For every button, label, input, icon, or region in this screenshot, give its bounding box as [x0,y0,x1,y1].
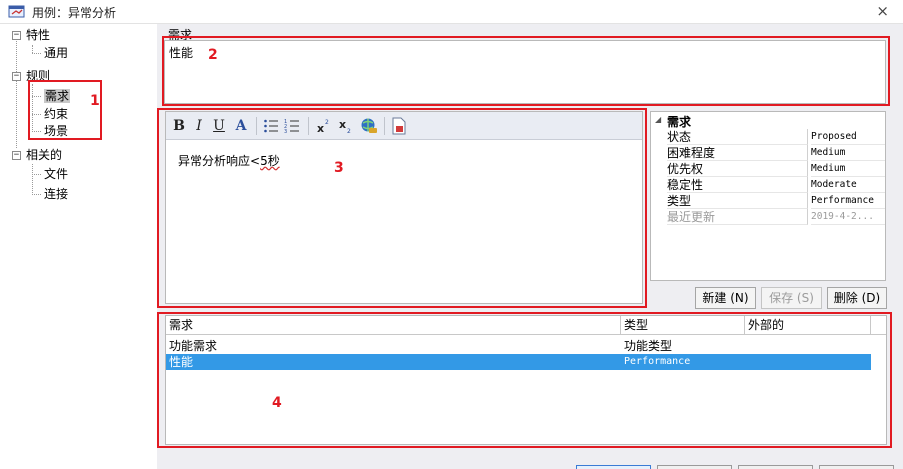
tree-item-files[interactable]: 文件 [44,166,68,183]
property-value[interactable]: Medium [811,145,885,161]
tree-item-links[interactable]: 连接 [44,186,68,203]
property-row[interactable]: 稳定性 Moderate [651,177,885,193]
new-button[interactable]: 新建 (N) [695,287,756,309]
save-button: 保存 (S) [761,287,822,309]
collapse-triangle-icon[interactable]: ◢ [655,115,661,124]
annotation-number: 1 [90,93,100,109]
tree-item-general[interactable]: 通用 [44,45,68,62]
property-row: 最近更新 2019-4-2... [651,209,885,225]
property-key: 稳定性 [667,177,808,193]
tree-item-related[interactable]: 相关的 [26,147,62,164]
property-key: 类型 [667,193,808,209]
dialog-button-partial[interactable] [657,465,732,469]
tree-item-label: 文件 [44,167,69,181]
property-value[interactable]: Medium [811,161,885,177]
property-value[interactable]: Moderate [811,177,885,193]
annotation-number: 3 [334,160,344,176]
delete-button[interactable]: 删除 (D) [827,287,887,309]
tree-item-label: 连接 [44,187,69,201]
property-value: 2019-4-2... [811,209,885,225]
property-key: 优先权 [667,161,808,177]
annotation-box-2 [162,36,890,106]
tree-item-label: 通用 [44,46,69,60]
title-bar: 用例：异常分析 × [0,0,903,24]
tree-item-label: 特性 [26,28,51,42]
annotation-box-4 [157,312,892,448]
app-icon [8,5,25,18]
collapse-icon[interactable]: − [12,72,21,81]
annotation-box-1 [28,80,102,140]
property-group-header[interactable]: ◢ 需求 [651,112,885,129]
tree-item-characteristics[interactable]: 特性 [26,27,50,44]
dialog-button-partial[interactable] [738,465,813,469]
close-icon[interactable]: × [876,2,889,20]
dialog-button-partial[interactable] [576,465,651,469]
property-row[interactable]: 类型 Performance [651,193,885,209]
annotation-number: 4 [272,395,282,411]
property-key: 最近更新 [667,209,808,225]
property-row[interactable]: 状态 Proposed [651,129,885,145]
annotation-box-3 [157,108,647,308]
property-value[interactable]: Performance [811,193,885,209]
property-key: 困难程度 [667,145,808,161]
property-value[interactable]: Proposed [811,129,885,145]
property-key: 状态 [667,129,808,145]
property-row[interactable]: 优先权 Medium [651,161,885,177]
tree-item-label: 相关的 [26,148,63,162]
window-title: 用例：异常分析 [32,6,117,20]
annotation-number: 2 [208,47,218,63]
property-row[interactable]: 困难程度 Medium [651,145,885,161]
property-group-label: 需求 [667,115,692,129]
collapse-icon[interactable]: − [12,151,21,160]
collapse-icon[interactable]: − [12,31,21,40]
property-grid: ◢ 需求 状态 Proposed 困难程度 Medium 优先权 Medium … [650,111,886,281]
dialog-button-partial[interactable] [819,465,894,469]
